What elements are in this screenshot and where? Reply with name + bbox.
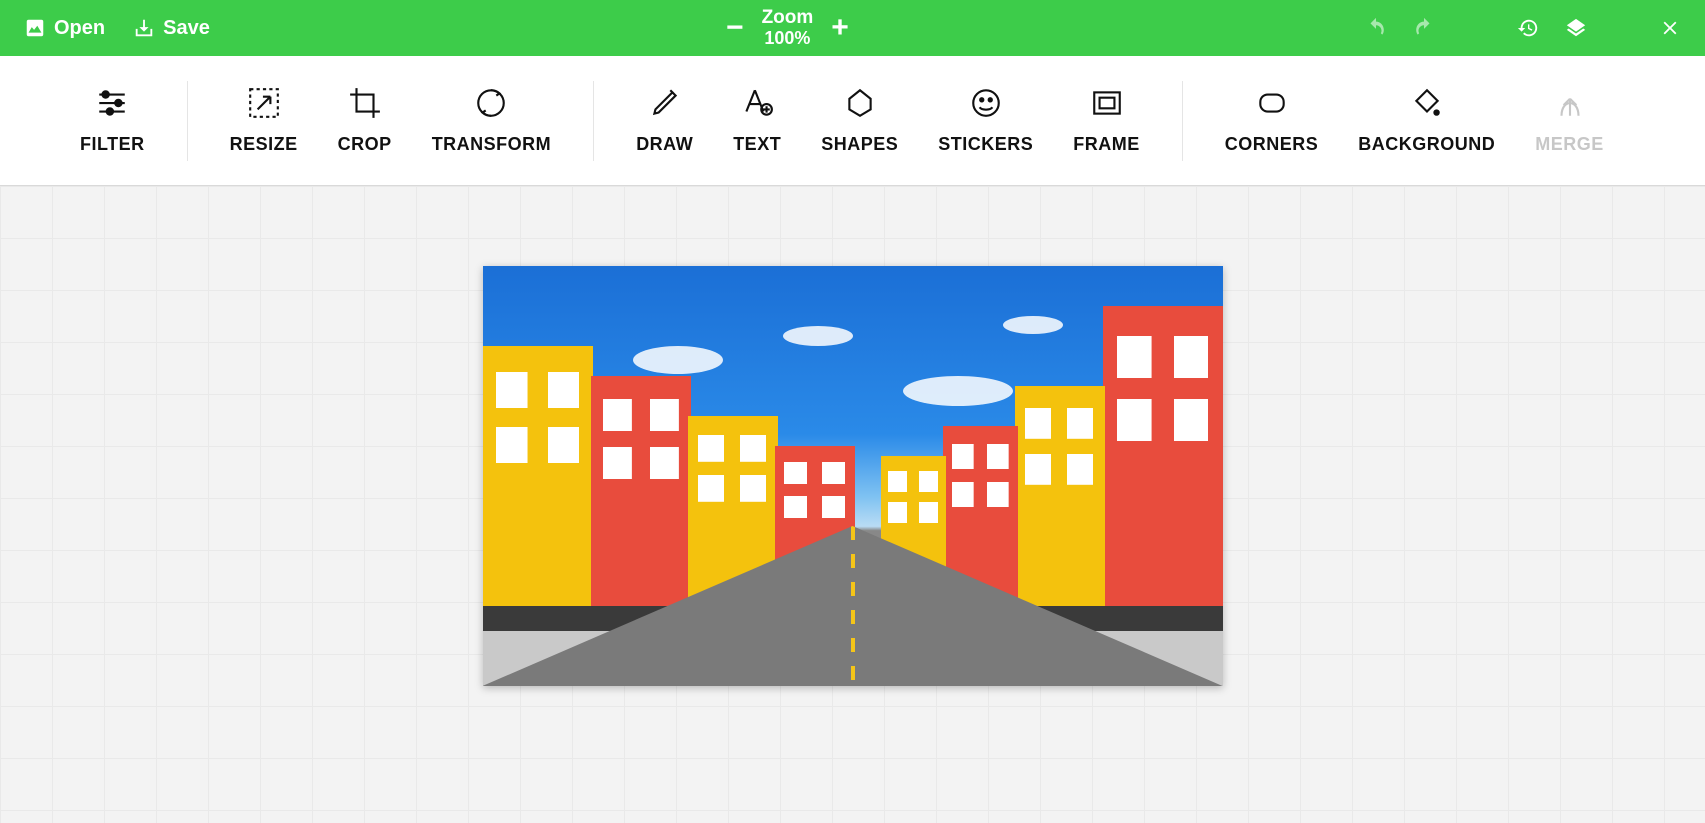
stickers-tool[interactable]: STICKERS bbox=[918, 86, 1053, 155]
topbar: Open Save − Zoom 100% + bbox=[0, 0, 1705, 56]
resize-tool[interactable]: RESIZE bbox=[210, 86, 318, 155]
frame-icon bbox=[1090, 86, 1124, 120]
draw-icon bbox=[648, 86, 682, 120]
merge-icon bbox=[1553, 86, 1587, 120]
draw-label: DRAW bbox=[636, 134, 693, 155]
background-label: BACKGROUND bbox=[1358, 134, 1495, 155]
save-label: Save bbox=[163, 17, 210, 40]
corners-icon bbox=[1255, 86, 1289, 120]
canvas-area[interactable] bbox=[0, 186, 1705, 823]
shapes-label: SHAPES bbox=[821, 134, 898, 155]
layers-icon bbox=[1565, 17, 1587, 39]
zoom-label: Zoom bbox=[762, 8, 814, 29]
transform-tool[interactable]: TRANSFORM bbox=[412, 86, 572, 155]
frame-tool[interactable]: FRAME bbox=[1053, 86, 1160, 155]
filter-tool[interactable]: FILTER bbox=[60, 86, 165, 155]
image-icon bbox=[24, 17, 46, 39]
separator bbox=[187, 81, 188, 161]
background-icon bbox=[1410, 86, 1444, 120]
close-button[interactable] bbox=[1659, 17, 1681, 39]
close-icon bbox=[1659, 17, 1681, 39]
text-tool[interactable]: TEXT bbox=[713, 86, 801, 155]
separator bbox=[1182, 81, 1183, 161]
undo-button[interactable] bbox=[1365, 17, 1387, 39]
merge-tool: MERGE bbox=[1515, 86, 1624, 155]
stickers-icon bbox=[969, 86, 1003, 120]
draw-tool[interactable]: DRAW bbox=[616, 86, 713, 155]
corners-tool[interactable]: CORNERS bbox=[1205, 86, 1339, 155]
open-button[interactable]: Open bbox=[24, 17, 105, 40]
redo-button[interactable] bbox=[1413, 17, 1435, 39]
corners-label: CORNERS bbox=[1225, 134, 1319, 155]
resize-label: RESIZE bbox=[230, 134, 298, 155]
undo-icon bbox=[1365, 17, 1387, 39]
open-label: Open bbox=[54, 17, 105, 40]
crop-label: CROP bbox=[338, 134, 392, 155]
separator bbox=[593, 81, 594, 161]
save-button[interactable]: Save bbox=[133, 17, 210, 40]
zoom-in-button[interactable]: + bbox=[831, 11, 849, 45]
text-icon bbox=[740, 86, 774, 120]
filter-label: FILTER bbox=[80, 134, 145, 155]
frame-label: FRAME bbox=[1073, 134, 1140, 155]
download-icon bbox=[133, 17, 155, 39]
crop-tool[interactable]: CROP bbox=[318, 86, 412, 155]
background-tool[interactable]: BACKGROUND bbox=[1338, 86, 1515, 155]
filter-icon bbox=[95, 86, 129, 120]
text-label: TEXT bbox=[733, 134, 781, 155]
stickers-label: STICKERS bbox=[938, 134, 1033, 155]
shapes-tool[interactable]: SHAPES bbox=[801, 86, 918, 155]
redo-icon bbox=[1413, 17, 1435, 39]
layers-button[interactable] bbox=[1565, 17, 1587, 39]
resize-icon bbox=[247, 86, 281, 120]
canvas-image[interactable] bbox=[483, 266, 1223, 686]
merge-label: MERGE bbox=[1535, 134, 1604, 155]
history-icon bbox=[1517, 17, 1539, 39]
transform-label: TRANSFORM bbox=[432, 134, 552, 155]
transform-icon bbox=[474, 86, 508, 120]
crop-icon bbox=[348, 86, 382, 120]
tool-ribbon: FILTER RESIZE CROP TRANSFORM DRAW TEXT S… bbox=[0, 56, 1705, 186]
shapes-icon bbox=[843, 86, 877, 120]
zoom-value: 100% bbox=[762, 29, 814, 49]
zoom-out-button[interactable]: − bbox=[726, 11, 744, 45]
zoom-display: Zoom 100% bbox=[762, 8, 814, 49]
history-button[interactable] bbox=[1517, 17, 1539, 39]
